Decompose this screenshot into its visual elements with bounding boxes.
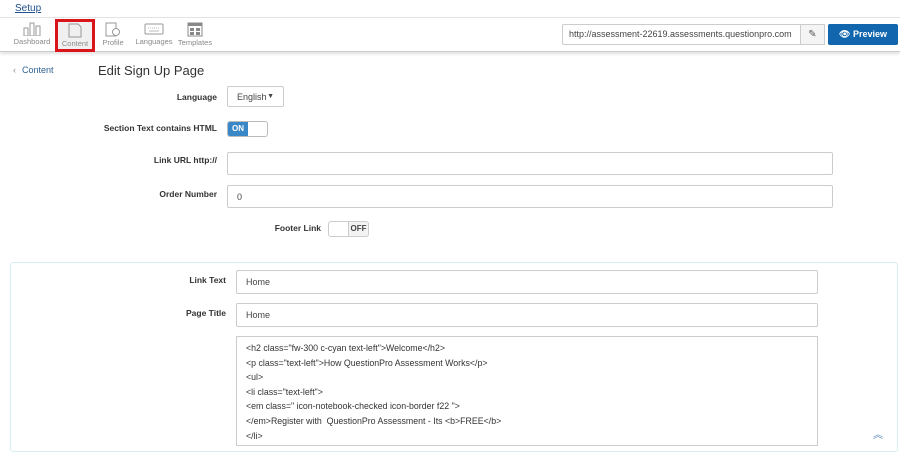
caret-down-icon: ▼ [267, 93, 274, 100]
toolbar-dashboard[interactable]: Dashboard [12, 19, 52, 52]
preview-button[interactable]: 👁︎ Preview [828, 24, 898, 45]
footer-link-label: Footer Link [274, 223, 321, 233]
html-toggle[interactable]: ON [227, 121, 268, 137]
toolbar-content[interactable]: Content [55, 19, 95, 52]
pencil-icon: ✎ [808, 29, 817, 40]
link-text-input[interactable]: Home [236, 270, 818, 294]
language-label: Language [176, 92, 217, 102]
back-to-content-link[interactable]: ‹ Content [13, 65, 54, 75]
section-html-textarea[interactable]: <h2 class="fw-300 c-cyan text-left">Welc… [236, 336, 818, 446]
html-label: Section Text contains HTML [103, 123, 217, 133]
templates-icon [187, 22, 203, 37]
link-text-label: Link Text [189, 275, 226, 285]
toolbar-templates[interactable]: Templates [175, 19, 215, 52]
footer-link-toggle[interactable]: OFF [328, 221, 369, 237]
language-select[interactable]: English ▼ [227, 86, 284, 107]
link-url-label: Link URL http:// [153, 155, 217, 165]
profile-icon [105, 22, 120, 37]
setup-link[interactable]: Setup [15, 3, 41, 14]
page-title-input[interactable]: Home [236, 303, 818, 327]
order-number-input[interactable]: 0 [227, 185, 833, 208]
scroll-to-top-icon[interactable]: ︽ [873, 426, 883, 441]
document-icon [68, 23, 82, 38]
page-title-label: Page Title [186, 308, 226, 318]
keyboard-icon [144, 23, 164, 35]
bar-chart-icon [23, 22, 41, 36]
link-url-input[interactable] [227, 152, 833, 175]
toolbar-profile[interactable]: Profile [93, 19, 133, 52]
page-title: Edit Sign Up Page [98, 63, 205, 78]
edit-url-button[interactable]: ✎ [800, 24, 825, 45]
order-number-label: Order Number [159, 189, 217, 199]
eye-icon: 👁︎ [839, 29, 853, 39]
toolbar-languages[interactable]: Languages [133, 19, 175, 52]
survey-url-field[interactable]: http://assessment-22619.assessments.ques… [562, 24, 801, 45]
chevron-left-icon: ‹ [13, 65, 16, 75]
